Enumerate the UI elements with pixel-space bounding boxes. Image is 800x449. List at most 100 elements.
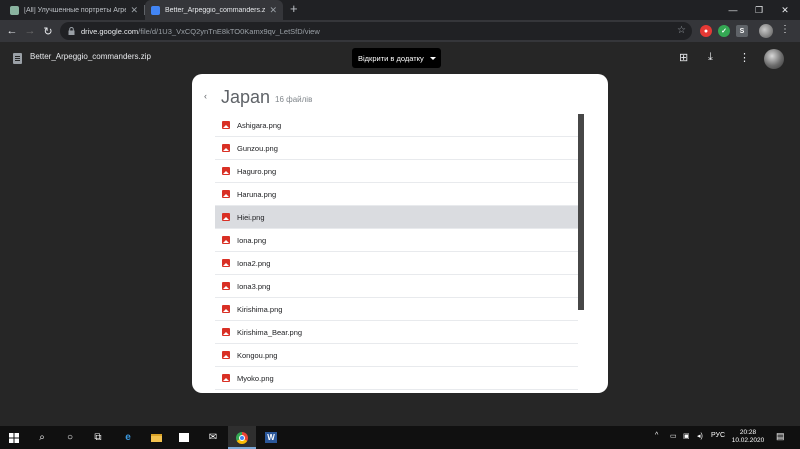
new-tab-button[interactable]: + — [290, 1, 298, 16]
extension-shield-icon[interactable]: ✓ — [718, 25, 730, 37]
address-bar[interactable]: drive.google.com /file/d/1U3_VxCQ2ynTnE8… — [60, 22, 692, 40]
word-icon[interactable]: W — [257, 426, 285, 449]
lock-icon — [68, 27, 75, 35]
clock-time: 20:28 — [739, 429, 757, 436]
url-host: drive.google.com — [81, 26, 139, 36]
mail-icon[interactable]: ✉ — [199, 426, 227, 449]
image-file-icon — [222, 213, 230, 221]
file-row[interactable]: Kirishima.png — [215, 298, 578, 321]
file-name-label: Iona.png — [237, 235, 267, 245]
more-options-icon[interactable]: ⋮ — [739, 51, 750, 64]
minimize-button[interactable]: — — [721, 0, 745, 20]
chevron-down-icon — [429, 56, 436, 60]
file-name-label: Kongou.png — [237, 350, 278, 360]
image-file-icon — [222, 144, 230, 152]
file-row[interactable]: Kirishima_Bear.png — [215, 321, 578, 344]
archive-contents-card: ‹ Japan 16 файлів Ashigara.png Gunzou.png… — [192, 74, 608, 393]
close-tab-icon[interactable]: ✕ — [130, 5, 138, 16]
tab-favicon — [10, 5, 19, 15]
file-name: Better_Arpeggio_commanders.zip — [30, 52, 151, 61]
file-row[interactable]: Gunzou.png — [215, 137, 578, 160]
file-name-label: Ashigara.png — [237, 120, 282, 130]
file-list: Ashigara.png Gunzou.png Haguro.png Haruna.p… — [215, 114, 578, 392]
store-icon[interactable] — [170, 426, 198, 449]
profile-avatar[interactable] — [759, 24, 773, 38]
volume-icon[interactable]: ◂) — [697, 432, 703, 440]
file-name-label: Kirishima_Bear.png — [237, 327, 303, 337]
add-to-drive-icon[interactable]: ⊞ — [679, 51, 688, 64]
search-icon[interactable]: ⌕ — [28, 426, 56, 449]
file-name-label: Gunzou.png — [237, 143, 278, 153]
list-scrollbar[interactable] — [578, 114, 584, 310]
browser-tab-1[interactable]: [All] Улучшенные портреты Arpe ✕ — [4, 0, 144, 20]
file-count: 16 файлів — [275, 95, 313, 104]
cortana-icon[interactable]: ○ — [56, 426, 84, 449]
file-row[interactable]: Iona2.png — [215, 252, 578, 275]
chrome-taskbar-icon[interactable] — [228, 426, 256, 449]
image-file-icon — [222, 190, 230, 198]
back-arrow-icon[interactable]: ← — [4, 23, 20, 39]
maximize-button[interactable]: ❐ — [747, 0, 771, 20]
image-file-icon — [222, 374, 230, 382]
archive-file-icon — [13, 53, 22, 64]
tab-title: [All] Улучшенные портреты Arpe — [24, 6, 127, 14]
file-name-label: Hiei.png — [237, 212, 265, 222]
file-row[interactable]: Haguro.png — [215, 160, 578, 183]
back-chevron-icon[interactable]: ‹ — [204, 91, 207, 101]
image-file-icon — [222, 121, 230, 129]
clock-date: 10.02.2020 — [731, 437, 765, 444]
file-row[interactable]: Iona3.png — [215, 275, 578, 298]
file-name-label: Myoko.png — [237, 373, 274, 383]
url-path: /file/d/1U3_VxCQ2ynTnE8kTO0Kamx9qv_LetSf… — [138, 26, 320, 36]
chrome-menu-icon[interactable]: ⋮ — [780, 24, 790, 35]
browser-tab-2-active[interactable]: Better_Arpeggio_commanders.zi ✕ — [145, 0, 283, 20]
download-icon[interactable]: ⤓ — [708, 51, 713, 64]
forward-arrow-icon[interactable]: → — [22, 23, 38, 39]
file-name-label: Iona3.png — [237, 281, 271, 291]
drive-file-favicon — [151, 5, 160, 15]
file-row[interactable]: Iona.png — [215, 229, 578, 252]
reload-icon[interactable]: ↻ — [40, 23, 56, 39]
open-with-label: Відкрити в додатку — [358, 53, 424, 63]
image-file-icon — [222, 259, 230, 267]
image-file-icon — [222, 351, 230, 359]
account-avatar[interactable] — [764, 49, 784, 69]
file-name-label: Haguro.png — [237, 166, 277, 176]
battery-icon[interactable]: ▭ — [670, 432, 677, 440]
file-row[interactable]: Myoko.png — [215, 367, 578, 390]
viewer-header: Better_Arpeggio_commanders.zip Відкрити … — [0, 42, 800, 76]
close-tab-icon[interactable]: ✕ — [269, 5, 277, 16]
extension-s-icon[interactable]: S — [736, 25, 748, 37]
image-file-icon — [222, 167, 230, 175]
file-name-label: Haruna.png — [237, 189, 277, 199]
file-name-label: Iona2.png — [237, 258, 271, 268]
drive-file-viewer: Better_Arpeggio_commanders.zip Відкрити … — [0, 42, 800, 426]
bookmark-star-icon[interactable]: ☆ — [677, 25, 686, 36]
folder-title: Japan — [221, 87, 271, 107]
file-row[interactable]: Hiei.png — [215, 206, 578, 229]
tab-title: Better_Arpeggio_commanders.zi — [165, 6, 266, 14]
file-explorer-icon[interactable] — [142, 426, 170, 449]
windows-taskbar: ⌕ ○ ⧉ e ✉ W ^ ▭ ▣ ◂) РУС 20:28 10.02.202… — [0, 426, 800, 449]
tab-strip: [All] Улучшенные портреты Arpe ✕ Better_… — [0, 0, 800, 20]
edge-browser-icon[interactable]: e — [114, 426, 142, 449]
clock[interactable]: 20:28 10.02.2020 — [728, 429, 768, 445]
image-file-icon — [222, 328, 230, 336]
image-file-icon — [222, 236, 230, 244]
close-window-button[interactable]: ✕ — [773, 0, 797, 20]
task-view-icon[interactable]: ⧉ — [84, 426, 112, 449]
file-row[interactable]: Kongou.png — [215, 344, 578, 367]
file-name-label: Kirishima.png — [237, 304, 283, 314]
open-with-button[interactable]: Відкрити в додатку — [352, 48, 441, 68]
image-file-icon — [222, 282, 230, 290]
network-icon[interactable]: ▣ — [683, 432, 690, 440]
browser-toolbar: ← → ↻ drive.google.com /file/d/1U3_VxCQ2… — [0, 20, 800, 42]
file-row[interactable]: Ashigara.png — [215, 114, 578, 137]
show-hidden-icons-icon[interactable]: ^ — [655, 432, 658, 439]
image-file-icon — [222, 305, 230, 313]
extension-red-icon[interactable]: ● — [700, 25, 712, 37]
notifications-icon[interactable]: ▤ — [776, 431, 785, 442]
start-windows-icon[interactable] — [0, 426, 28, 449]
language-indicator[interactable]: РУС — [711, 432, 725, 439]
file-row[interactable]: Haruna.png — [215, 183, 578, 206]
